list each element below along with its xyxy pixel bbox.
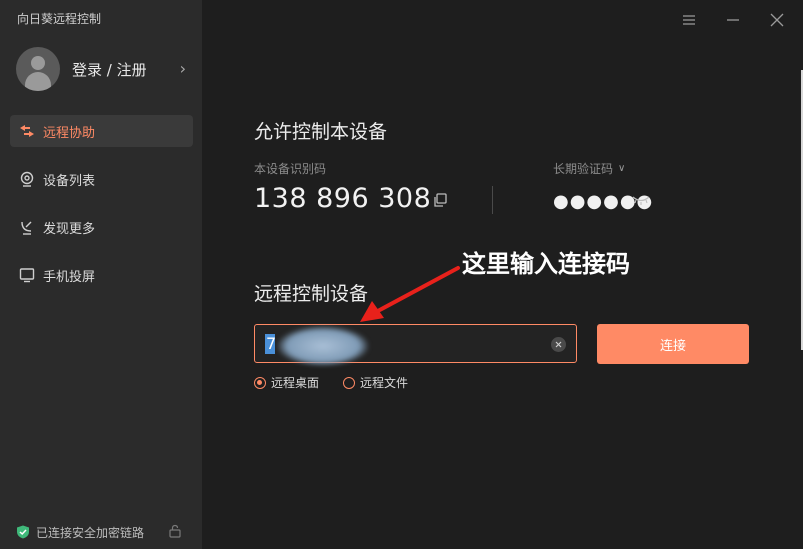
clear-input-button[interactable] [551, 337, 566, 352]
clear-icon [555, 341, 562, 348]
chevron-down-icon: ∨ [618, 163, 626, 174]
sidebar-item-label: 设备列表 [43, 173, 96, 189]
radio-checked-icon [254, 376, 266, 389]
connect-mode-options: 远程桌面 远程文件 [254, 374, 408, 391]
sidebar-item-label: 远程协助 [43, 125, 96, 141]
device-id-label: 本设备识别码 [254, 162, 327, 176]
annotation-arrow [360, 266, 460, 322]
sidebar: 向日葵远程控制 登录 / 注册 › 远程协助 设备列表 发现更多 手机投屏 已连… [0, 0, 202, 549]
sidebar-item-label: 手机投屏 [43, 269, 96, 285]
app-window: 向日葵远程控制 登录 / 注册 › 远程协助 设备列表 发现更多 手机投屏 已连… [0, 0, 803, 549]
allow-control-title: 允许控制本设备 [254, 121, 388, 143]
option-label: 远程桌面 [271, 376, 320, 390]
login-register-label: 登录 / 注册 [72, 60, 147, 79]
lock-icon[interactable] [168, 524, 182, 538]
shield-check-icon [17, 525, 29, 539]
eye-closed-icon[interactable] [632, 194, 650, 206]
sidebar-item-remote-assist[interactable]: 远程协助 [10, 115, 193, 147]
sidebar-item-label: 发现更多 [43, 221, 96, 237]
connection-status: 已连接安全加密链路 [16, 523, 186, 541]
sidebar-nav: 远程协助 设备列表 发现更多 手机投屏 [10, 115, 193, 307]
copy-icon[interactable] [432, 192, 448, 208]
connection-status-text: 已连接安全加密链路 [36, 525, 145, 540]
password-type-dropdown[interactable]: 长期验证码 ∨ [553, 160, 625, 177]
discover-icon [18, 218, 36, 236]
connect-button[interactable]: 连接 [597, 324, 749, 364]
chevron-right-icon: › [179, 59, 186, 78]
app-title: 向日葵远程控制 [17, 12, 102, 26]
avatar [16, 47, 60, 91]
device-list-icon [18, 170, 36, 188]
radio-unchecked-icon [343, 376, 356, 389]
option-remote-desktop[interactable]: 远程桌面 [254, 374, 319, 391]
sidebar-item-screen-cast[interactable]: 手机投屏 [10, 259, 193, 291]
device-id-value: 138 896 308 [254, 183, 432, 214]
password-label: 长期验证码 [553, 162, 614, 176]
annotation-text: 这里输入连接码 [462, 250, 630, 278]
remote-assist-icon [18, 122, 36, 140]
login-register-button[interactable]: 登录 / 注册 › [16, 46, 190, 92]
connection-code-value: 7 [266, 334, 277, 353]
option-remote-files[interactable]: 远程文件 [343, 374, 408, 391]
screen-cast-icon [18, 266, 36, 284]
sidebar-item-discover[interactable]: 发现更多 [10, 211, 193, 243]
option-label: 远程文件 [360, 376, 409, 390]
divider [492, 186, 493, 214]
sidebar-item-device-list[interactable]: 设备列表 [10, 163, 193, 195]
